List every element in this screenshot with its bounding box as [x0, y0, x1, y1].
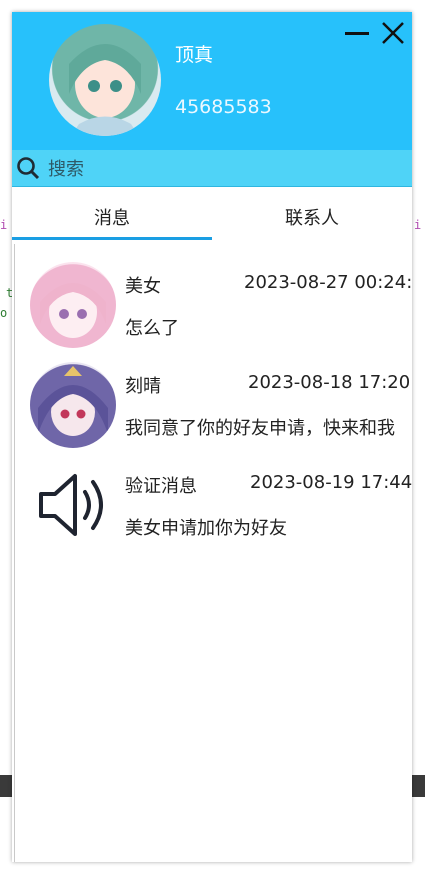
conversation-name: 验证消息	[125, 476, 197, 497]
close-icon	[382, 22, 404, 44]
background-window-fragment: o	[0, 306, 8, 320]
username: 顶真	[175, 44, 214, 66]
tab-bar: 消息 联系人	[12, 198, 412, 240]
user-avatar[interactable]	[49, 24, 161, 136]
user-id: 45685583	[175, 96, 272, 118]
conversation-preview: 怎么了	[125, 318, 179, 339]
conversation-item[interactable]: 刻晴 2023-08-18 17:20:0 我同意了你的好友申请，快来和我	[15, 354, 412, 450]
conversation-preview: 美女申请加你为好友	[125, 518, 287, 539]
conversation-item[interactable]: 验证消息 2023-08-19 17:44: 美女申请加你为好友	[15, 454, 412, 550]
tab-messages[interactable]: 消息	[12, 198, 212, 240]
conversation-preview: 我同意了你的好友申请，快来和我	[125, 418, 395, 439]
conversation-name: 刻晴	[125, 376, 161, 397]
background-window-fragment: i	[0, 218, 8, 232]
active-tab-indicator	[12, 237, 212, 240]
conversation-avatar	[30, 262, 116, 348]
close-button[interactable]	[380, 20, 406, 46]
speaker-icon	[37, 468, 111, 542]
minimize-button[interactable]	[344, 20, 370, 46]
search-icon[interactable]	[16, 156, 40, 180]
conversation-avatar	[30, 362, 116, 448]
background-window-fragment: i	[414, 218, 422, 232]
search-bar	[12, 150, 412, 187]
minimize-icon	[345, 32, 369, 35]
conversation-item[interactable]: 美女 2023-08-27 00:24: 怎么了	[15, 254, 412, 350]
search-input[interactable]	[46, 153, 410, 185]
conversation-time: 2023-08-19 17:44:	[250, 472, 412, 493]
conversation-list[interactable]: 美女 2023-08-27 00:24: 怎么了 刻晴 2023-08-18 1…	[14, 244, 412, 862]
tab-contacts[interactable]: 联系人	[212, 198, 412, 240]
conversation-name: 美女	[125, 276, 161, 297]
conversation-time: 2023-08-27 00:24:	[244, 272, 412, 293]
chat-main-window: 顶真 45685583 消息 联系人	[12, 12, 412, 862]
conversation-time: 2023-08-18 17:20:0	[248, 372, 412, 393]
profile-header: 顶真 45685583	[12, 12, 412, 150]
